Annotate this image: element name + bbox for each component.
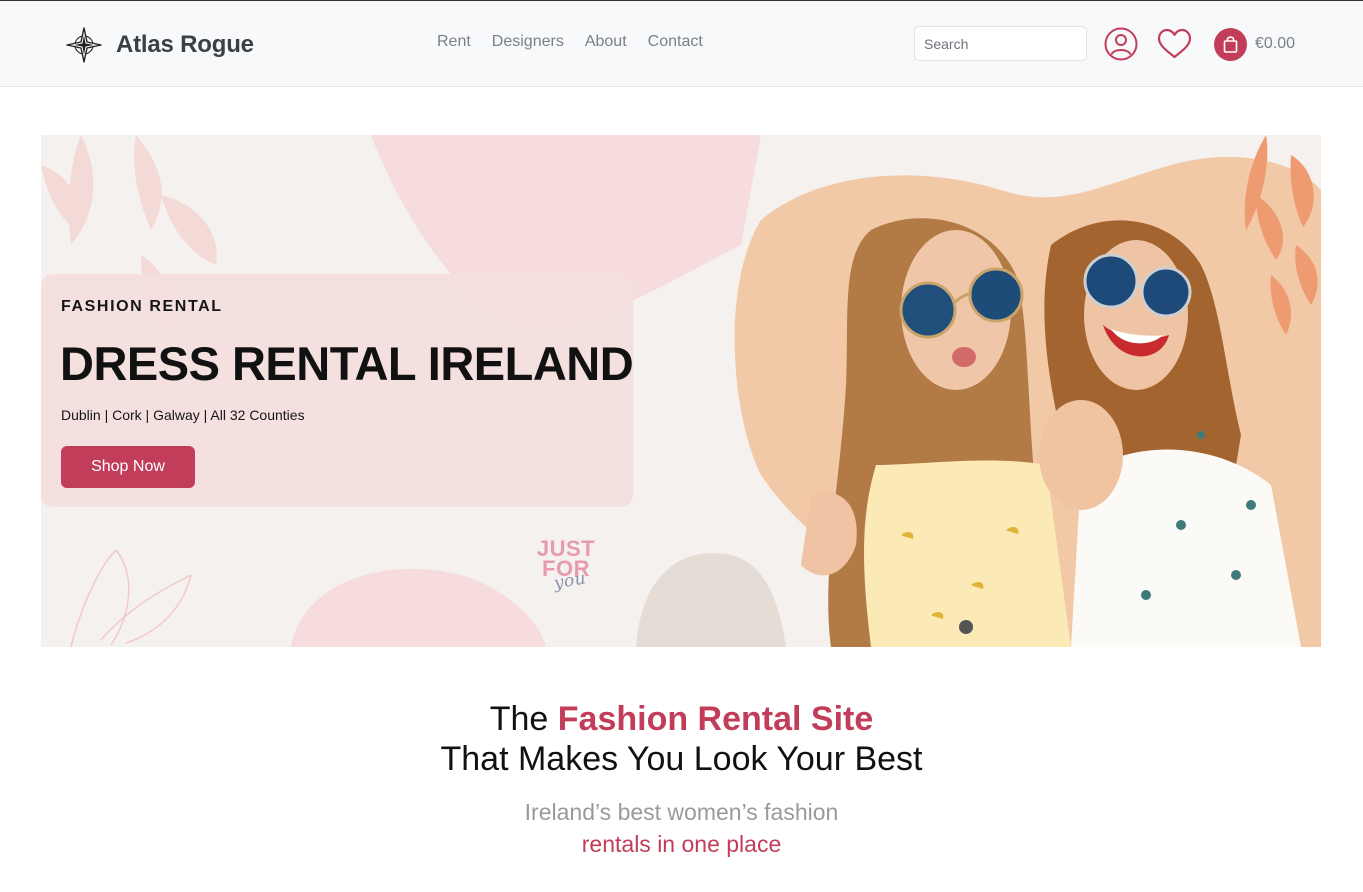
tagline-highlight: Fashion Rental Site <box>557 700 874 738</box>
nav-link-contact[interactable]: Contact <box>648 33 703 51</box>
nav-link-about[interactable]: About <box>585 33 627 51</box>
tagline-heading-line-2: That Makes You Look Your Best <box>440 740 923 778</box>
tagline-sub-line-1: Ireland’s best women’s fashion <box>524 799 839 825</box>
hero-banner: FASHION RENTAL DRESS RENTAL IRELAND Dubl… <box>41 135 1321 647</box>
hero-locations: Dublin | Cork | Galway | All 32 Counties <box>61 407 305 423</box>
shop-now-button[interactable]: Shop Now <box>61 446 195 488</box>
nav-link-designers[interactable]: Designers <box>492 33 564 51</box>
brand-home-link[interactable]: Atlas Rogue <box>66 25 254 65</box>
top-navbar: Atlas Rogue Rent Designers About Contact… <box>0 0 1363 87</box>
tagline-sub-line-2: rentals in one place <box>581 831 782 857</box>
brand-name: Atlas Rogue <box>116 31 254 58</box>
tagline-heading-line-1: The Fashion Rental Site <box>0 699 1363 739</box>
wishlist-button[interactable] <box>1157 28 1192 60</box>
account-button[interactable] <box>1104 27 1138 61</box>
search-input[interactable] <box>914 26 1087 61</box>
nav-link-rent[interactable]: Rent <box>437 33 471 51</box>
hero-text-card: FASHION RENTAL DRESS RENTAL IRELAND Dubl… <box>41 274 634 507</box>
user-icon <box>1104 27 1138 61</box>
hero-title: DRESS RENTAL IRELAND <box>60 337 634 390</box>
cart-button[interactable] <box>1214 28 1247 61</box>
shopping-bag-icon <box>1214 28 1247 61</box>
cart-total[interactable]: €0.00 <box>1255 35 1295 53</box>
just-for-you-badge: JUST FOR you <box>536 538 596 594</box>
heart-icon <box>1157 28 1192 59</box>
hero-eyebrow: FASHION RENTAL <box>61 298 223 315</box>
main-nav: Rent Designers About Contact <box>437 33 724 51</box>
tagline-section: The Fashion Rental Site That Makes You L… <box>0 699 1363 860</box>
compass-star-icon <box>66 27 102 63</box>
tagline-prefix: The <box>489 700 558 738</box>
